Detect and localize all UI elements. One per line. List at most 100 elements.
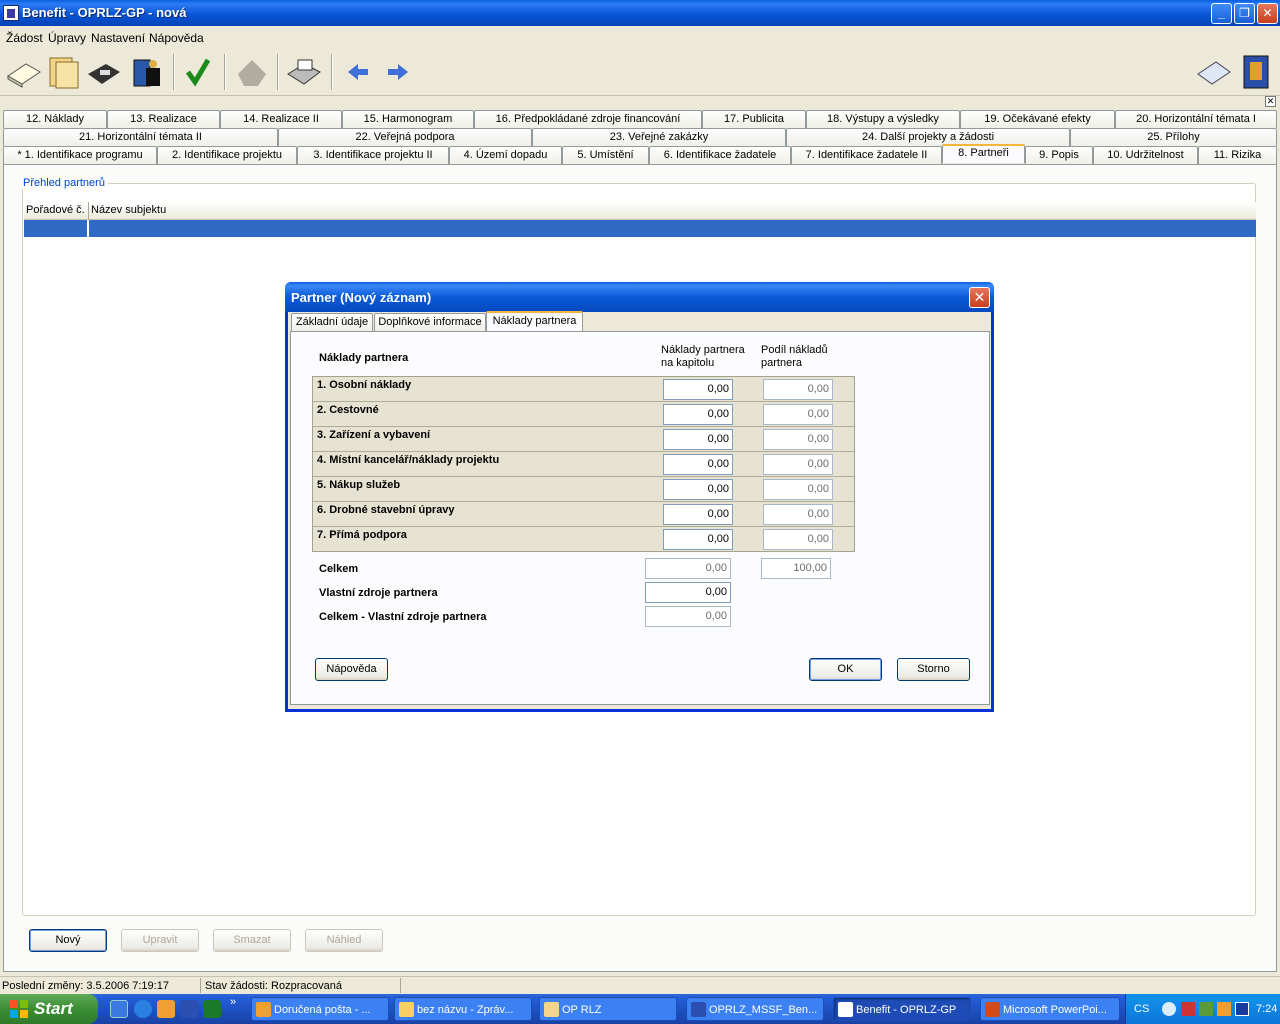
minimize-button[interactable]: _ [1211, 3, 1232, 24]
tab-prilohy[interactable]: 25. Přílohy [1070, 128, 1277, 146]
tab-harmonogram[interactable]: 15. Harmonogram [342, 110, 474, 128]
difference-field: 0,00 [645, 606, 731, 627]
arrow-left-icon[interactable] [338, 52, 378, 92]
outlook-tray-icon[interactable] [1217, 1002, 1231, 1016]
costs-panel: Náklady partnera Náklady partnera na kap… [290, 331, 990, 705]
help-button[interactable]: Nápověda [315, 658, 388, 681]
task-word[interactable]: OPRLZ_MSSF_Ben... [686, 997, 824, 1021]
task-benefit[interactable]: Benefit - OPRLZ-GP [833, 997, 971, 1021]
cost-table: 1. Osobní náklady 0,00 0,00 2. Cestovné … [312, 376, 855, 552]
cost-input[interactable]: 0,00 [663, 529, 733, 550]
own-resources-label: Vlastní zdroje partnera [319, 587, 438, 599]
cost-input[interactable]: 0,00 [663, 479, 733, 500]
window-title: Benefit - OPRLZ-GP - nová [22, 5, 187, 20]
help-book-icon[interactable] [1236, 52, 1276, 92]
cost-input[interactable]: 0,00 [663, 404, 733, 425]
show-desktop-icon[interactable] [110, 1000, 128, 1018]
tab-verejne-zakazky[interactable]: 23. Veřejné zakázky [532, 128, 786, 146]
tab-horizontalni-temata-ii[interactable]: 21. Horizontální témata II [3, 128, 278, 146]
save-disk-icon[interactable] [84, 52, 124, 92]
cost-row: 3. Zařízení a vybavení 0,00 0,00 [313, 427, 854, 452]
word-icon[interactable] [180, 1000, 198, 1018]
outlook-icon[interactable] [157, 1000, 175, 1018]
window-title-bar[interactable]: Benefit - OPRLZ-GP - nová _ ❐ ✕ [0, 0, 1280, 26]
column-nazev-subjektu[interactable]: Název subjektu [91, 204, 166, 216]
excel-icon[interactable] [203, 1000, 221, 1018]
tab-efekty[interactable]: 19. Očekávané efekty [960, 110, 1115, 128]
check-icon[interactable] [178, 52, 218, 92]
clock[interactable]: 7:24 [1256, 1003, 1277, 1015]
tab-identifikace-projektu[interactable]: 2. Identifikace projektu [157, 146, 297, 164]
column-poradove-cislo[interactable]: Pořadové č. [26, 204, 85, 216]
database-icon[interactable] [126, 52, 166, 92]
tab-identifikace-zadatele[interactable]: 6. Identifikace žadatele [649, 146, 791, 164]
menu-nastaveni[interactable]: Nastavení [91, 31, 145, 45]
disabled-icon [238, 60, 266, 86]
quicklaunch-overflow[interactable]: » [230, 996, 236, 1008]
task-powerpoint[interactable]: Microsoft PowerPoi... [980, 997, 1120, 1021]
tab-partneri[interactable]: 8. Partneři [942, 144, 1025, 163]
system-tray: CS 7:24 [1125, 994, 1280, 1024]
tab-realizace[interactable]: 13. Realizace [107, 110, 220, 128]
start-button[interactable]: Start [0, 994, 98, 1024]
grid-header: Pořadové č. Název subjektu [24, 202, 1256, 220]
tab-umisteni[interactable]: 5. Umístění [562, 146, 649, 164]
task-label: bez názvu - Zpráv... [417, 1004, 514, 1016]
tab-identifikace-programu[interactable]: * 1. Identifikace programu [3, 146, 157, 164]
tab-publicita[interactable]: 17. Publicita [702, 110, 806, 128]
tab-identifikace-zadatele-ii[interactable]: 7. Identifikace žadatele II [791, 146, 942, 164]
dialog-close-button[interactable]: ✕ [969, 287, 990, 308]
cancel-button[interactable]: Storno [897, 658, 970, 681]
new-button[interactable]: Nový [29, 929, 107, 952]
tab-popis[interactable]: 9. Popis [1025, 146, 1093, 164]
security-icon[interactable] [1199, 1002, 1213, 1016]
tab-zdroje-financovani[interactable]: 16. Předpokládané zdroje financování [474, 110, 702, 128]
tab-horizontalni-temata-i[interactable]: 20. Horizontální témata I [1115, 110, 1277, 128]
cost-row: 7. Přímá podpora 0,00 0,00 [313, 527, 854, 552]
print-icon[interactable] [284, 52, 324, 92]
tab-uzemi-dopadu[interactable]: 4. Území dopadu [449, 146, 562, 164]
tab-udrzitelnost[interactable]: 10. Udržitelnost [1093, 146, 1198, 164]
dialog-tab-doplnkove-informace[interactable]: Doplňkové informace [374, 313, 486, 332]
cost-input[interactable]: 0,00 [663, 454, 733, 475]
tab-naklady[interactable]: 12. Náklady [3, 110, 107, 128]
menu-upravy[interactable]: Úpravy [48, 31, 86, 45]
dialog-tab-naklady-partnera[interactable]: Náklady partnera [486, 311, 583, 332]
tabs-close-button[interactable]: ✕ [1265, 96, 1276, 107]
tab-realizace-ii[interactable]: 14. Realizace II [220, 110, 342, 128]
book-icon[interactable] [1194, 52, 1234, 92]
preview-button[interactable]: Náhled [305, 929, 383, 952]
cost-row-label: 7. Přímá podpora [317, 529, 407, 541]
task-outlook[interactable]: Doručená pošta - ... [251, 997, 389, 1021]
cost-input[interactable]: 0,00 [663, 379, 733, 400]
task-folder[interactable]: OP RLZ [539, 997, 677, 1021]
tab-vystupy[interactable]: 18. Výstupy a výsledky [806, 110, 960, 128]
tab-rizika[interactable]: 11. Rizika [1198, 146, 1277, 164]
total-share-field: 100,00 [761, 558, 831, 579]
task-message[interactable]: bez názvu - Zpráv... [394, 997, 532, 1021]
tab-verejna-podpora[interactable]: 22. Veřejná podpora [278, 128, 532, 146]
menu-zadost[interactable]: Žádost [6, 31, 43, 45]
table-row[interactable] [24, 220, 1256, 237]
edit-button[interactable]: Upravit [121, 929, 199, 952]
cost-input[interactable]: 0,00 [663, 504, 733, 525]
open-folder-icon[interactable] [44, 52, 84, 92]
display-icon[interactable] [1235, 1002, 1249, 1016]
dialog-tab-zakladni-udaje[interactable]: Základní údaje [291, 313, 373, 332]
new-document-icon[interactable] [4, 52, 44, 92]
internet-explorer-icon[interactable] [134, 1000, 152, 1018]
restore-button[interactable]: ❐ [1234, 3, 1255, 24]
close-button[interactable]: ✕ [1257, 3, 1278, 24]
dialog-title-bar[interactable]: Partner (Nový záznam) ✕ [285, 282, 994, 312]
ok-button[interactable]: OK [809, 658, 882, 681]
delete-button[interactable]: Smazat [213, 929, 291, 952]
arrow-right-icon[interactable] [378, 52, 418, 92]
menu-napoveda[interactable]: Nápověda [149, 31, 204, 45]
cost-input[interactable]: 0,00 [663, 429, 733, 450]
network-icon[interactable] [1181, 1002, 1195, 1016]
own-resources-input[interactable]: 0,00 [645, 582, 731, 603]
language-indicator[interactable]: CS [1134, 1003, 1149, 1015]
tab-identifikace-projektu-ii[interactable]: 3. Identifikace projektu II [297, 146, 449, 164]
tab-dalsi-projekty[interactable]: 24. Další projekty a žádosti [786, 128, 1070, 146]
tray-arrow-icon[interactable] [1162, 1002, 1176, 1016]
